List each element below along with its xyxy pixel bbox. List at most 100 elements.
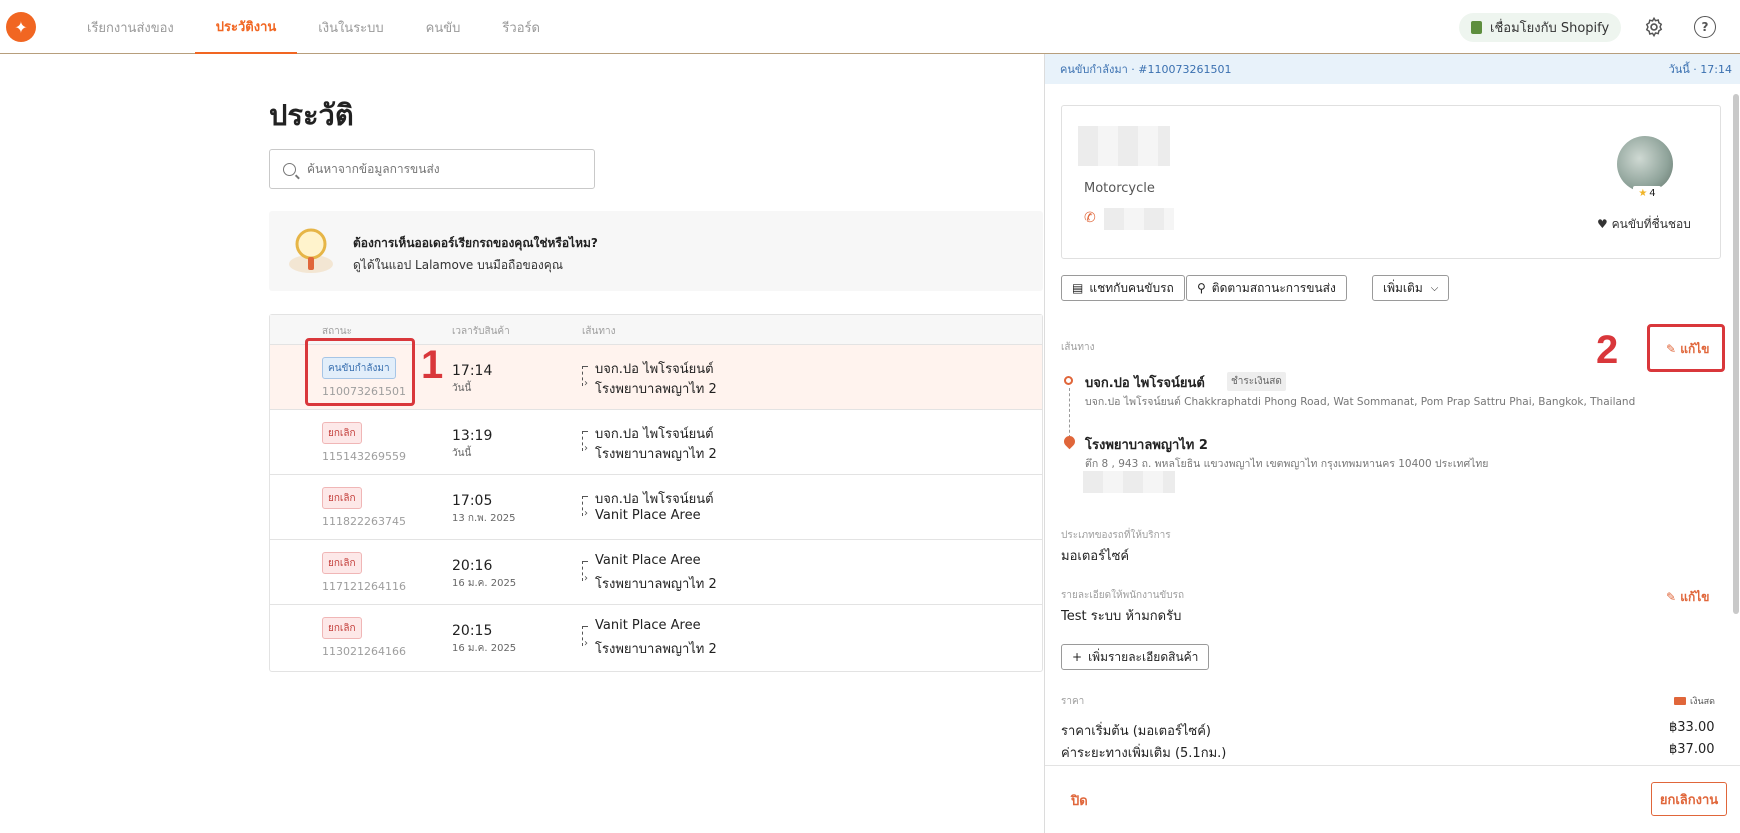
route-to: Vanit Place Aree (595, 508, 701, 523)
driver-rating: ★ 4 (1633, 186, 1661, 200)
route-section-label: เส้นทาง (1061, 342, 1095, 353)
nav-item-place-order[interactable]: เรียกงานส่งของ (66, 0, 195, 54)
favorite-driver-button[interactable]: ♥ คนขับที่ชื่นชอบ (1597, 215, 1691, 234)
payment-method-label: เงินสด (1690, 697, 1715, 707)
driver-phone-blurred (1104, 208, 1174, 230)
panel-header-status: คนขับกำลังมา · #110073261501 (1060, 63, 1232, 76)
driver-notes-value: Test ระบบ ห้ามกดรับ (1061, 609, 1182, 624)
pickup-dot-icon (1064, 376, 1073, 385)
pickup-date: วันนี้ (452, 448, 472, 459)
price-item-value: ฿33.00 (1669, 720, 1715, 735)
route-arrow-icon: › (584, 638, 588, 649)
pickup-time: 17:14 (452, 363, 493, 379)
stop1-address: บจก.ปอ ไพโรจน์ยนต์ Chakkraphatdi Phong R… (1085, 396, 1636, 408)
search-input[interactable] (307, 162, 567, 176)
driver-name-blurred (1078, 126, 1170, 166)
add-item-details-button[interactable]: + เพิ่มรายละเอียดสินค้า (1061, 644, 1210, 670)
star-icon: ★ (1638, 187, 1648, 199)
route-arrow-icon: › (584, 508, 588, 519)
close-button[interactable]: ปิด (1071, 790, 1088, 811)
annotation-number-2: 2 (1596, 328, 1619, 372)
price-item-label: ราคาเริ่มต้น (มอเตอร์ไซค์) (1061, 724, 1211, 739)
help-icon[interactable]: ? (1694, 16, 1716, 38)
dropoff-pin-icon (1061, 433, 1078, 450)
driver-avatar (1617, 136, 1673, 192)
panel-scrollbar[interactable] (1733, 94, 1739, 694)
vehicle-label: Motorcycle (1084, 181, 1155, 196)
lalamove-logo-icon[interactable]: ✦ (6, 12, 36, 42)
chat-icon: ▤ (1072, 281, 1084, 295)
promo-subtitle: ดูได้ในแอป Lalamove บนมือถือของคุณ (353, 258, 563, 272)
page-title: ประวัติ (269, 98, 354, 132)
phone-icon[interactable]: ✆ (1084, 210, 1096, 226)
chevron-down-icon: ⌵ (1430, 282, 1439, 294)
edit-notes-button[interactable]: ✎ แก้ไข (1666, 588, 1710, 607)
price-item-label: ค่าระยะทางเพิ่มเติม (5.1กม.) (1061, 746, 1227, 761)
shopify-connect-label: เชื่อมโยงกับ Shopify (1490, 21, 1610, 36)
nav-item-drivers[interactable]: คนขับ (405, 0, 482, 54)
annotation-number-1: 1 (421, 343, 444, 387)
rating-value: 4 (1649, 187, 1656, 199)
gear-icon[interactable] (1643, 16, 1665, 38)
track-delivery-button[interactable]: ⚲ ติดตามสถานะการขนส่ง (1186, 275, 1347, 301)
route-from: บจก.ปอ ไพโรจน์ยนต์ (595, 492, 714, 507)
table-row[interactable]: ยกเลิก 113021264166 20:15 16 ม.ค. 2025 ›… (270, 605, 1042, 670)
route-arrow-icon: › (584, 378, 588, 389)
route-from: บจก.ปอ ไพโรจน์ยนต์ (595, 362, 714, 377)
route-to: โรงพยาบาลพญาไท 2 (595, 642, 717, 657)
vehicle-type-label: ประเภทของรถที่ให้บริการ (1061, 530, 1171, 541)
route-from: Vanit Place Aree (595, 618, 701, 633)
pickup-time: 20:15 (452, 623, 493, 639)
more-options-button[interactable]: เพิ่มเติม ⌵ (1372, 275, 1450, 301)
order-id: 117121264116 (322, 580, 406, 593)
app-promo-banner: ต้องการเห็นออเดอร์เรียกรถของคุณใช่หรือไห… (269, 211, 1043, 291)
status-badge: ยกเลิก (322, 617, 362, 639)
route-to: โรงพยาบาลพญาไท 2 (595, 447, 717, 462)
status-badge: ยกเลิก (322, 422, 362, 444)
pickup-date: 16 ม.ค. 2025 (452, 643, 517, 654)
nav-item-wallet[interactable]: เงินในระบบ (297, 0, 404, 54)
cancel-job-button[interactable]: ยกเลิกงาน (1651, 782, 1727, 816)
header-pickup-time: เวลารับสินค้า (452, 326, 510, 337)
location-pin-icon: ⚲ (1197, 281, 1206, 295)
payment-tag: ชำระเงินสด (1227, 372, 1286, 391)
pickup-date: 13 ก.พ. 2025 (452, 513, 516, 524)
annotation-box-2 (1647, 324, 1725, 372)
main-nav: เรียกงานส่งของ ประวัติงาน เงินในระบบ คนข… (66, 0, 561, 54)
chat-driver-button[interactable]: ▤ แชทกับคนขับรถ (1061, 275, 1185, 301)
pickup-date: วันนี้ (452, 383, 472, 394)
panel-footer: ปิด ยกเลิกงาน (1045, 765, 1740, 833)
status-badge: ยกเลิก (322, 552, 362, 574)
stop2-address: ตึก 8 , 943 ถ. พหลโยธิน แขวงพญาไท เขตพญา… (1085, 458, 1489, 470)
pickup-date: 16 ม.ค. 2025 (452, 578, 517, 589)
nav-item-history[interactable]: ประวัติงาน (194, 0, 298, 54)
route-arrow-icon: › (584, 443, 588, 454)
scrollbar-thumb[interactable] (1733, 94, 1739, 614)
status-badge: ยกเลิก (322, 487, 362, 509)
pencil-icon: ✎ (1666, 590, 1677, 604)
order-id: 113021264166 (322, 645, 406, 658)
track-delivery-label: ติดตามสถานะการขนส่ง (1211, 280, 1336, 295)
price-item-value: ฿37.00 (1669, 742, 1715, 757)
vehicle-type-value: มอเตอร์ไซค์ (1061, 549, 1130, 564)
annotation-box-1 (305, 338, 415, 406)
order-id: 111822263745 (322, 515, 406, 528)
shopify-bag-icon (1471, 21, 1482, 34)
table-row[interactable]: ยกเลิก 111822263745 17:05 13 ก.พ. 2025 ›… (270, 475, 1042, 540)
route-to: โรงพยาบาลพญาไท 2 (595, 382, 717, 397)
pickup-time: 20:16 (452, 558, 493, 574)
shopify-connect-button[interactable]: เชื่อมโยงกับ Shopify (1459, 13, 1622, 42)
search-box[interactable] (269, 149, 595, 189)
pickup-time: 13:19 (452, 428, 493, 444)
nav-item-rewards[interactable]: รีวอร์ด (481, 0, 561, 54)
favorite-driver-label: คนขับที่ชื่นชอบ (1611, 217, 1691, 231)
table-row[interactable]: ยกเลิก 115143269559 13:19 วันนี้ › บจก.ป… (270, 410, 1042, 475)
stop1-name: บจก.ปอ ไพโรจน์ยนต์ (1085, 376, 1205, 391)
lightbulb-icon (289, 228, 333, 273)
stop2-contact-blurred (1083, 471, 1175, 493)
stop2-name: โรงพยาบาลพญาไท 2 (1085, 438, 1208, 453)
table-row[interactable]: ยกเลิก 117121264116 20:16 16 ม.ค. 2025 ›… (270, 540, 1042, 605)
heart-icon: ♥ (1597, 217, 1608, 231)
route-arrow-icon: › (584, 573, 588, 584)
header-route: เส้นทาง (582, 326, 616, 337)
